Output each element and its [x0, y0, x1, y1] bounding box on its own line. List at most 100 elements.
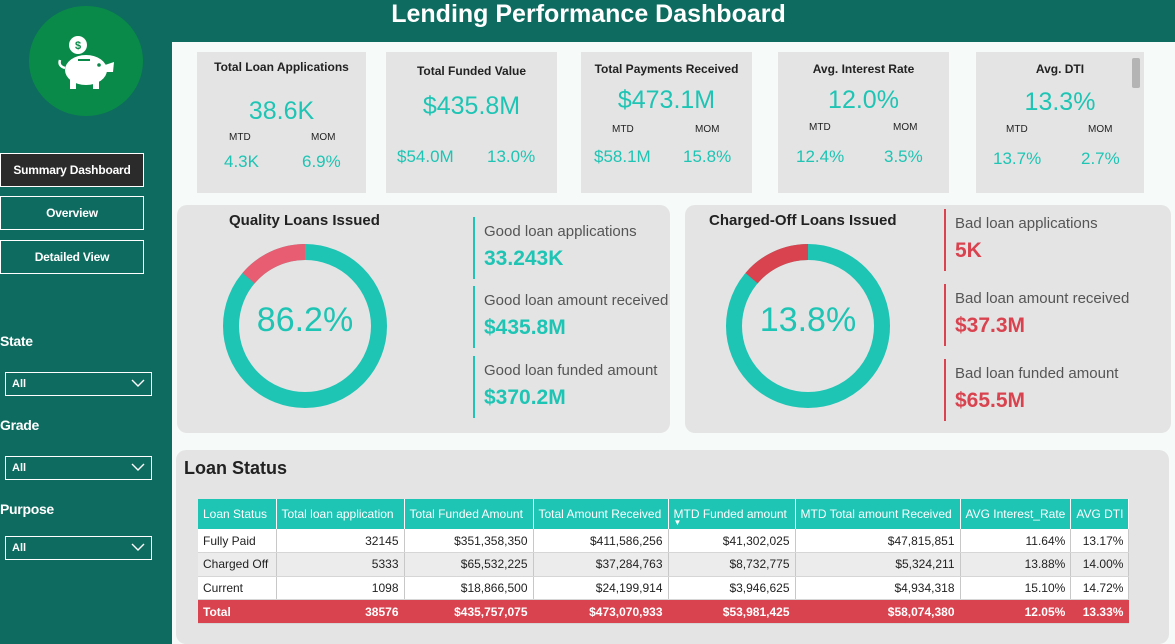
good-loan-amount-received: Good loan amount received $435.8M: [473, 286, 668, 348]
table-cell: Fully Paid: [198, 529, 277, 553]
kpi-mtd-value: $54.0M: [397, 147, 454, 166]
chevron-down-icon: [131, 379, 145, 387]
table-cell: 13.17%: [1070, 529, 1130, 553]
table-cell: 13.88%: [960, 552, 1072, 577]
state-filter-label: State: [0, 333, 33, 349]
metric-label: Bad loan funded amount: [955, 365, 1119, 382]
nav-detailed-view[interactable]: Detailed View: [0, 240, 144, 274]
table-cell: 1098: [276, 576, 405, 600]
table-cell: 14.72%: [1070, 576, 1130, 600]
table-cell: $37,284,763: [533, 552, 669, 577]
table-cell: 15.10%: [960, 576, 1072, 600]
col-loan-status[interactable]: Loan Status: [198, 499, 277, 529]
kpi-mom-value: 3.5%: [884, 147, 923, 166]
charged-off-loans-percent: 13.8%: [759, 301, 857, 339]
kpi-total-payments-received: Total Payments Received $473.1M MTD MOM …: [581, 52, 752, 193]
piggy-bank-icon: $: [58, 36, 114, 89]
table-cell: 11.64%: [960, 529, 1072, 553]
kpi-title: Total Loan Applications: [214, 60, 349, 74]
quality-loans-title: Quality Loans Issued: [229, 212, 380, 229]
nav-overview[interactable]: Overview: [0, 196, 144, 230]
good-loan-funded-amount: Good loan funded amount $370.2M: [473, 356, 657, 418]
table-cell: $47,815,851: [795, 529, 961, 553]
charged-off-loans-title: Charged-Off Loans Issued: [709, 212, 897, 229]
table-cell: 5333: [276, 552, 405, 577]
table-cell: $411,586,256: [533, 529, 669, 553]
chevron-down-icon: [131, 463, 145, 471]
table-cell: 32145: [276, 529, 405, 553]
metric-value: $65.5M: [955, 389, 1026, 412]
table-cell: $58,074,380: [795, 599, 961, 624]
table-row[interactable]: Charged Off 5333 $65,532,225 $37,284,763…: [198, 552, 1130, 577]
dashboard-title: Lending Performance Dashboard: [172, 0, 1175, 42]
kpi-mtd-label: MTD: [612, 124, 634, 135]
table-cell: 14.00%: [1070, 552, 1130, 577]
metric-label: Good loan amount received: [484, 292, 669, 309]
kpi-mtd-label: MTD: [1006, 124, 1028, 135]
table-cell: $4,934,318: [795, 576, 961, 600]
col-mtd-funded-amount[interactable]: MTD Funded amount ▼: [668, 499, 796, 529]
bad-loan-applications: Bad loan applications 5K: [944, 209, 1098, 271]
kpi-value: 12.0%: [828, 86, 899, 114]
purpose-filter-value: All: [12, 542, 27, 554]
quality-loans-panel: Quality Loans Issued 86.2% Good loan app…: [177, 205, 670, 433]
table-cell: $435,757,075: [404, 599, 534, 624]
logo: $: [29, 6, 143, 116]
nav-summary-dashboard[interactable]: Summary Dashboard: [0, 153, 144, 187]
kpi-mom-label: MOM: [311, 132, 336, 143]
kpi-mtd-label: MTD: [809, 122, 831, 133]
metric-value: 33.243K: [484, 247, 564, 270]
svg-text:$: $: [75, 40, 81, 52]
bad-loan-amount-received: Bad loan amount received $37.3M: [944, 284, 1129, 346]
grade-filter-label: Grade: [0, 417, 39, 433]
table-cell: Charged Off: [198, 552, 277, 577]
col-total-amount-received[interactable]: Total Amount Received: [533, 499, 669, 529]
charged-off-loans-panel: Charged-Off Loans Issued 13.8% Bad loan …: [685, 205, 1171, 433]
col-total-funded-amount[interactable]: Total Funded Amount: [404, 499, 534, 529]
kpi-title: Avg. DTI: [1035, 62, 1085, 76]
table-cell: $18,866,500: [404, 576, 534, 600]
col-total-loan-application[interactable]: Total loan application: [276, 499, 405, 529]
table-row[interactable]: Fully Paid 32145 $351,358,350 $411,586,2…: [198, 529, 1130, 553]
chevron-down-icon: [131, 543, 145, 551]
kpi-mtd-value: $58.1M: [594, 147, 651, 166]
loan-status-panel: Loan Status Loan Status Total loan appli…: [176, 450, 1169, 644]
table-cell: $5,324,211: [795, 552, 961, 577]
kpi-mtd-value: 12.4%: [796, 147, 845, 166]
metric-value: $37.3M: [955, 314, 1026, 337]
kpi-title: Avg. Interest Rate: [812, 62, 915, 76]
table-cell: $53,981,425: [668, 599, 796, 624]
metric-label: Bad loan applications: [955, 215, 1098, 232]
metric-value: $370.2M: [484, 386, 566, 409]
col-avg-interest-rate[interactable]: AVG Interest_Rate: [960, 499, 1072, 529]
col-avg-dti[interactable]: AVG DTI: [1070, 499, 1130, 529]
table-header-row: Loan Status Total loan application Total…: [198, 499, 1130, 529]
metric-value: $435.8M: [484, 316, 566, 339]
table-row[interactable]: Current 1098 $18,866,500 $24,199,914 $3,…: [198, 576, 1130, 600]
state-filter-select[interactable]: All: [5, 372, 152, 396]
loan-status-table: Loan Status Total loan application Total…: [198, 499, 1130, 624]
kpi-mom-label: MOM: [695, 124, 720, 135]
kpi-value: 38.6K: [248, 97, 315, 125]
kpi-value: 13.3%: [1024, 88, 1096, 116]
metric-label: Bad loan amount received: [955, 290, 1130, 307]
kpi-scrollbar[interactable]: [1132, 58, 1140, 88]
good-loan-applications: Good loan applications 33.243K: [473, 217, 637, 279]
table-cell: $3,946,625: [668, 576, 796, 600]
kpi-value: $435.8M: [422, 92, 521, 120]
kpi-title: Total Funded Value: [416, 64, 527, 78]
kpi-title: Total Payments Received: [594, 62, 739, 76]
purpose-filter-label: Purpose: [0, 501, 54, 517]
table-cell: 13.33%: [1070, 599, 1130, 624]
col-mtd-total-amount-received[interactable]: MTD Total amount Received: [795, 499, 961, 529]
kpi-mom-value: 6.9%: [302, 152, 341, 171]
table-cell: $351,358,350: [404, 529, 534, 553]
purpose-filter-select[interactable]: All: [5, 536, 152, 560]
kpi-mtd-value: 4.3K: [224, 152, 259, 171]
metric-label: Good loan applications: [484, 223, 637, 240]
col-mtd-funded-amount-label: MTD Funded amount: [673, 507, 787, 521]
grade-filter-select[interactable]: All: [5, 456, 152, 480]
kpi-mtd-value: 13.7%: [993, 149, 1042, 168]
table-cell: $65,532,225: [404, 552, 534, 577]
loan-status-title: Loan Status: [184, 458, 288, 478]
